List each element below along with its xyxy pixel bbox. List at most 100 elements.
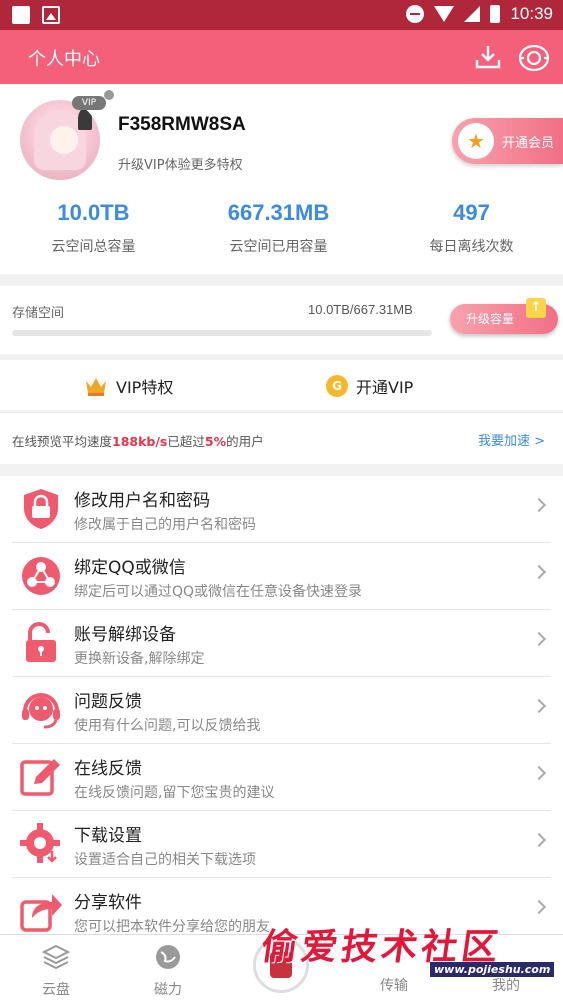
menu-item-desc: 使用有什么问题,可以反馈给我 (74, 718, 261, 734)
menu-item-title: 分享软件 (74, 893, 142, 913)
chevron-right-icon (531, 564, 547, 580)
shield-icon (24, 489, 58, 529)
menu-item-title: 下载设置 (74, 826, 142, 846)
menu-item-bind-qq-wechat[interactable]: 绑定QQ或微信 绑定后可以通过QQ或微信在任意设备快速登录 (0, 543, 563, 610)
settings-menu: 修改用户名和密码 修改属于自己的用户名和密码 绑定QQ或微信 绑定后可以通过QQ… (0, 476, 563, 936)
menu-item-download-settings[interactable]: 下载设置 设置适合自己的相关下载选项 (0, 811, 563, 878)
menu-item-online-feedback[interactable]: 在线反馈 在线反馈问题,留下您宝贵的建议 (0, 744, 563, 811)
vip-badge: VIP (72, 96, 106, 110)
menu-item-desc: 设置适合自己的相关下载选项 (74, 852, 256, 868)
open-vip-label: 开通VIP (356, 378, 414, 397)
layers-icon (41, 944, 71, 970)
avatar-ear (78, 108, 92, 130)
vip-promo-text: 升级VIP体验更多特权 (118, 158, 243, 173)
settings-icon[interactable] (518, 43, 550, 73)
coin-icon: G (326, 375, 348, 397)
menu-item-title: 账号解绑设备 (74, 625, 176, 645)
stat-label: 每日离线次数 (429, 239, 514, 255)
nav-label: 云盘 (42, 982, 70, 998)
menu-item-desc: 在线反馈问题,留下您宝贵的建议 (74, 785, 275, 801)
chevron-right-icon (531, 631, 547, 647)
notification-icons (12, 6, 60, 24)
stat-used-capacity: 667.31MB 云空间已用容量 (185, 200, 372, 256)
speed-info-text: 在线预览平均速度188kb/s已超过5%的用户 (12, 431, 264, 450)
speed-middle: 已超过 (167, 434, 205, 449)
gear-download-icon (20, 823, 60, 863)
nav-label: 我的 (492, 978, 520, 994)
stat-value: 10.0TB (57, 200, 130, 225)
open-member-button[interactable]: ★ 开通会员 (452, 118, 563, 164)
vip-privilege-link[interactable]: VIP特权 (84, 374, 173, 398)
open-member-label: 开通会员 (502, 136, 555, 151)
menu-item-title: 在线反馈 (74, 759, 142, 779)
menu-item-change-credentials[interactable]: 修改用户名和密码 修改属于自己的用户名和密码 (0, 476, 563, 543)
username: F358RMW8SA (118, 114, 246, 135)
dnd-icon (406, 5, 425, 23)
menu-item-title: 修改用户名和密码 (74, 491, 210, 511)
speed-info-row: 在线预览平均速度188kb/s已超过5%的用户 我要加速 > (0, 412, 563, 464)
member-badge: ★ (458, 123, 494, 159)
wifi-icon (434, 6, 455, 22)
stat-offline-count: 497 每日离线次数 (378, 200, 563, 256)
link-icon (22, 557, 60, 595)
share-icon (20, 894, 62, 932)
menu-item-desc: 您可以把本软件分享给您的朋友 (74, 919, 270, 935)
system-icons: 10:39 (406, 4, 553, 24)
menu-item-desc: 修改属于自己的用户名和密码 (74, 517, 256, 533)
stat-label: 云空间已用容量 (229, 239, 328, 255)
menu-item-title: 问题反馈 (74, 692, 142, 712)
vip-row: VIP特权 G 开通VIP (0, 360, 563, 410)
clock: 10:39 (510, 4, 553, 23)
stat-total-capacity: 10.0TB 云空间总容量 (0, 200, 187, 256)
speed-value: 188kb/s (112, 434, 168, 449)
chevron-right-icon (531, 899, 547, 915)
edit-icon (20, 759, 60, 796)
chevron-right-icon (531, 497, 547, 513)
battery-icon (490, 5, 501, 23)
page-title: 个人中心 (28, 49, 100, 70)
profile-card: VIP F358RMW8SA 升级VIP体验更多特权 ★ 开通会员 10.0TB… (0, 84, 563, 274)
nav-cloud-disk[interactable]: 云盘 (16, 943, 96, 999)
nav-label: 传输 (380, 978, 408, 994)
signal-icon (464, 6, 481, 22)
status-bar: 10:39 (0, 0, 563, 30)
notification-square-icon (12, 6, 30, 24)
avatar-face (50, 126, 78, 154)
speed-prefix: 在线预览平均速度 (12, 434, 113, 449)
menu-item-desc: 更换新设备,解除绑定 (74, 651, 205, 667)
vip-status-icon (104, 90, 114, 100)
menu-item-desc: 绑定后可以通过QQ或微信在任意设备快速登录 (74, 584, 363, 600)
stat-label: 云空间总容量 (51, 239, 136, 255)
watermark-url: www.pojieshu.com (430, 962, 555, 977)
chevron-right-icon (531, 832, 547, 848)
menu-item-unbind-device[interactable]: 账号解绑设备 更换新设备,解除绑定 (0, 610, 563, 677)
stat-value: 667.31MB (227, 200, 330, 225)
storage-section: 存储空间 10.0TB/667.31MB 升级容量 ↑ (0, 286, 563, 354)
menu-item-problem-feedback[interactable]: 问题反馈 使用有什么问题,可以反馈给我 (0, 677, 563, 744)
header-bar: 个人中心 (0, 30, 563, 84)
image-notification-icon (42, 6, 60, 24)
nav-label: 磁力 (154, 982, 182, 998)
unlock-icon (26, 622, 56, 662)
download-icon[interactable] (474, 44, 502, 70)
nav-magnet[interactable]: 磁力 (128, 943, 208, 999)
storage-progress-bar (12, 330, 432, 336)
headset-icon (22, 693, 60, 729)
vip-privilege-label: VIP特权 (116, 378, 174, 397)
stats-row: 10.0TB 云空间总容量 667.31MB 云空间已用容量 497 每日离线次… (0, 200, 563, 270)
menu-item-title: 绑定QQ或微信 (74, 558, 186, 578)
storage-value: 10.0TB/667.31MB (308, 302, 413, 317)
speed-up-link[interactable]: 我要加速 > (478, 430, 545, 449)
chevron-right-icon (531, 698, 547, 714)
storage-label: 存储空间 (12, 306, 65, 321)
crown-icon (86, 378, 106, 396)
star-icon: ★ (467, 129, 485, 153)
avatar[interactable] (20, 100, 100, 180)
speed-percent: 5% (204, 434, 227, 449)
speed-suffix: 的用户 (226, 434, 264, 449)
chevron-right-icon (531, 765, 547, 781)
open-vip-link[interactable]: G 开通VIP (326, 374, 413, 398)
stat-value: 497 (453, 200, 490, 225)
globe-icon (156, 945, 180, 969)
upgrade-arrow-icon: ↑ (526, 298, 546, 318)
